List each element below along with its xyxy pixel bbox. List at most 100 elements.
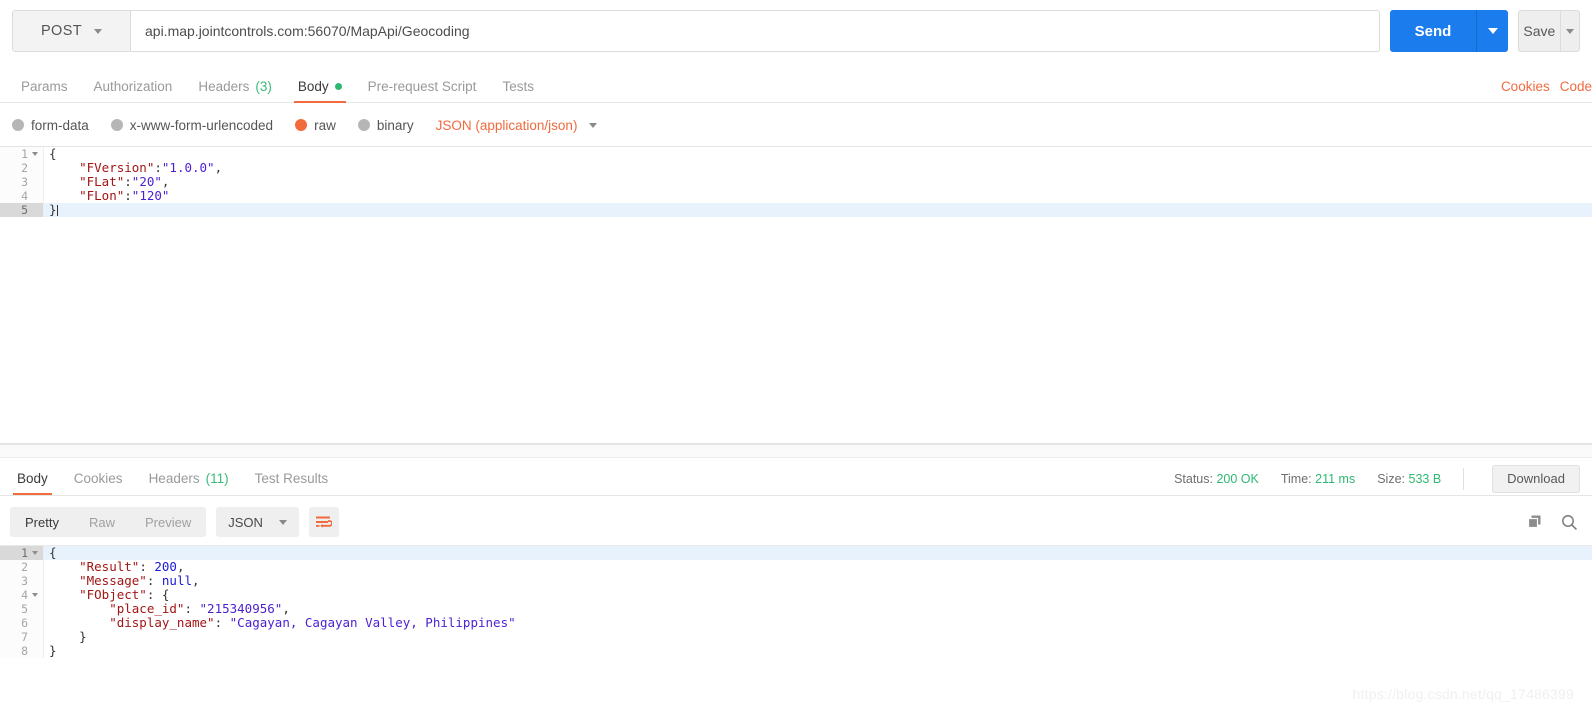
http-method-dropdown[interactable]: POST [13,11,131,51]
response-format-dropdown[interactable]: JSON [216,507,299,537]
view-mode-raw[interactable]: Raw [74,507,130,537]
content-type-dropdown-label[interactable]: JSON (application/json) [436,118,578,133]
code-link[interactable]: Code [1560,79,1592,94]
request-code-area[interactable]: 1{2 "FVersion":"1.0.0", 3 "FLat":"20", 4 "… [0,147,1592,217]
code-line-text: } [49,643,57,658]
tab-label: Headers [148,470,200,486]
line-number: 3 [0,574,44,588]
body-type-label: binary [376,117,414,133]
save-options-button[interactable] [1559,10,1580,52]
response-toolbar-actions [1527,514,1592,531]
code-line[interactable]: 4 "FObject": { [0,588,1592,602]
code-line[interactable]: 3 "Message": null, [0,574,1592,588]
response-tab-test-results[interactable]: Test Results [242,462,342,494]
tab-tests[interactable]: Tests [489,70,547,102]
code-line[interactable]: 1{ [0,147,1592,161]
tab-label: Body [17,470,48,486]
tab-body[interactable]: Body [285,70,355,103]
code-line[interactable]: 5 "place_id": "215340956", [0,602,1592,616]
code-line[interactable]: 1{ [0,546,1592,560]
line-number: 3 [0,175,44,189]
code-line-text: "Result": 200, [49,559,185,574]
word-wrap-icon[interactable] [308,507,339,537]
body-type-binary[interactable]: binary [357,117,414,133]
response-code-area[interactable]: 1{2 "Result": 200, 3 "Message": null, 4 "F… [0,546,1592,658]
line-number: 6 [0,616,44,630]
send-options-button[interactable] [1476,10,1508,52]
copy-icon[interactable] [1527,514,1543,530]
radio-icon [357,119,370,131]
response-tab-body[interactable]: Body [4,462,61,495]
code-line-text: "place_id": "215340956", [49,601,290,616]
code-line[interactable]: 2 "Result": 200, [0,560,1592,574]
request-url-input[interactable]: api.map.jointcontrols.com:56070/MapApi/G… [131,11,1379,51]
body-type-label: form-data [31,117,89,133]
code-line[interactable]: 3 "FLat":"20", [0,175,1592,189]
tab-label: Params [21,78,68,94]
tab-count: (11) [205,470,229,486]
send-button[interactable]: Send [1390,10,1476,52]
chevron-down-icon [1487,28,1498,34]
status-badge: Status: 200 OK [1174,472,1259,486]
chevron-down-icon [1565,28,1574,34]
tab-headers[interactable]: Headers (3) [185,70,285,102]
tab-params[interactable]: Params [8,70,81,102]
tab-label: Body [297,78,329,94]
size-value: 533 B [1408,471,1442,486]
response-tab-cookies[interactable]: Cookies [61,462,136,494]
size-label: Size: [1377,471,1406,486]
pane-splitter[interactable] [0,444,1592,458]
save-button[interactable]: Save [1518,10,1560,52]
send-button-group: Send [1390,10,1508,52]
response-tab-headers[interactable]: Headers (11) [136,462,242,494]
body-type-urlencoded[interactable]: x-www-form-urlencoded [110,117,274,133]
tab-label: Headers [198,78,250,94]
code-line-text: "FLat":"20", [49,174,170,189]
code-line-text: } [49,202,58,217]
body-type-form-data[interactable]: form-data [12,118,89,133]
code-line[interactable]: 2 "FVersion":"1.0.0", [0,161,1592,175]
code-line[interactable]: 7 } [0,630,1592,644]
tab-authorization[interactable]: Authorization [81,70,186,102]
body-type-label: x-www-form-urlencoded [129,117,274,133]
line-number: 1 [0,546,44,560]
code-line-text: { [49,146,57,161]
code-line-text: "FObject": { [49,587,170,602]
response-tabs: Body Cookies Headers (11) Test Results S… [0,462,1592,496]
view-mode-preview[interactable]: Preview [130,507,206,537]
radio-icon [110,119,123,131]
url-bar: POST api.map.jointcontrols.com:56070/Map… [0,0,1592,62]
chevron-down-icon [94,28,103,34]
tab-label: Pre-request Script [367,78,477,94]
view-mode-pretty[interactable]: Pretty [10,507,74,537]
code-line[interactable]: 5} [0,203,1592,217]
line-number: 7 [0,630,44,644]
watermark: https://blog.csdn.net/qq_17486399 [1352,686,1574,702]
response-view-mode-group: Pretty Raw Preview [10,507,207,537]
divider [1463,467,1465,490]
response-format-label: JSON [228,514,263,530]
line-number: 4 [0,189,44,203]
fold-toggle-icon[interactable] [32,152,38,156]
code-line-text: "display_name": "Cagayan, Cagayan Valley… [49,615,516,630]
request-tabs: Params Authorization Headers (3) Body Pr… [0,70,1592,103]
search-icon[interactable] [1561,514,1578,531]
chevron-down-icon[interactable] [589,122,598,128]
status-value: 200 OK [1216,471,1259,486]
code-line-text: { [49,545,57,560]
code-line[interactable]: 4 "FLon":"120" [0,189,1592,203]
body-present-dot-icon [334,82,342,90]
radio-icon [12,119,24,131]
fold-toggle-icon[interactable] [32,593,38,597]
request-body-editor[interactable]: 1{2 "FVersion":"1.0.0", 3 "FLat":"20", 4 "… [0,146,1592,444]
body-type-raw[interactable]: raw [295,118,336,133]
response-meta: Status: 200 OK Time: 211 ms Size: 533 B … [1174,462,1592,495]
fold-toggle-icon[interactable] [32,551,38,555]
cookies-link[interactable]: Cookies [1501,79,1550,94]
request-tabs-actions: Cookies Code [1501,70,1592,102]
tab-pre-request-script[interactable]: Pre-request Script [355,70,490,102]
tab-label: Test Results [254,470,329,486]
code-line[interactable]: 6 "display_name": "Cagayan, Cagayan Vall… [0,616,1592,630]
code-line[interactable]: 8} [0,644,1592,658]
download-button[interactable]: Download [1492,464,1580,493]
